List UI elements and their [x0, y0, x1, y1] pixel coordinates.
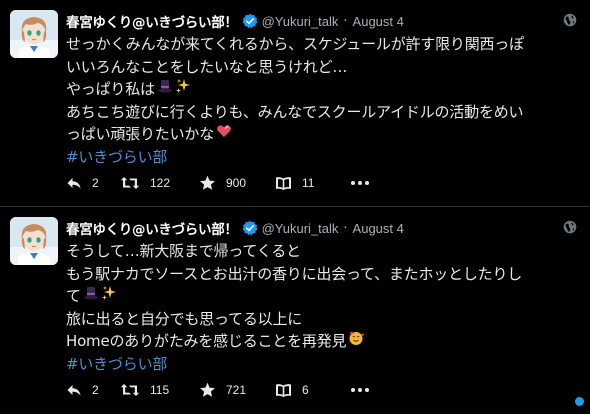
- tweet-line-text: て: [66, 287, 81, 305]
- avatar[interactable]: [10, 217, 58, 265]
- reply-button[interactable]: 2: [66, 379, 120, 401]
- tweet-line: もう駅ナカでソースとお出汁の香りに出会って、またホッとしたりし: [66, 264, 523, 283]
- reply-count: 2: [92, 383, 99, 397]
- tweet-line: て: [66, 285, 581, 308]
- globe-icon: [562, 12, 578, 28]
- retweet-button[interactable]: 115: [120, 379, 199, 401]
- tweet-line: そうして…新大阪まで帰ってくると: [66, 242, 301, 260]
- top-hat-emoji: [157, 78, 173, 101]
- tweet-text: そうして…新大阪まで帰ってくると もう駅ナカでソースとお出汁の香りに出会って、ま…: [66, 240, 581, 375]
- tweet-line-text: っぱい頑張りたいかな: [66, 125, 215, 143]
- reply-icon: [66, 382, 82, 398]
- separator: ·: [343, 13, 348, 29]
- display-name[interactable]: 春宮ゆくり@いきづらい部！: [66, 11, 238, 31]
- book-icon: [275, 382, 292, 398]
- bookmark-button[interactable]: 11: [275, 172, 337, 194]
- tweet-header: 春宮ゆくり@いきづらい部！ @Yukuri_talk · August 4: [66, 218, 404, 239]
- book-icon: [275, 175, 292, 191]
- tweet-line: せっかくみんなが来てくれるから、スケジュールが許す限り関西っぽ: [66, 35, 524, 53]
- separator: ·: [343, 220, 348, 236]
- reply-count: 2: [92, 176, 99, 190]
- hashtag-link[interactable]: #いきづらい部: [66, 353, 581, 376]
- like-button[interactable]: 900: [199, 172, 275, 194]
- tweet-header: 春宮ゆくり@いきづらい部！ @Yukuri_talk · August 4: [66, 11, 404, 32]
- tweet[interactable]: 春宮ゆくり@いきづらい部！ @Yukuri_talk · August 4 せっ…: [0, 0, 590, 207]
- tweet[interactable]: 春宮ゆくり@いきづらい部！ @Yukuri_talk · August 4 そう…: [0, 207, 590, 414]
- display-name[interactable]: 春宮ゆくり@いきづらい部！: [66, 218, 238, 238]
- unread-indicator: [575, 397, 584, 406]
- tweet-line: 旅に出ると自分でも思ってる以上に: [66, 309, 303, 328]
- verified-badge-icon: [242, 220, 258, 236]
- bookmark-button[interactable]: 6: [275, 379, 337, 401]
- reply-button[interactable]: 2: [66, 172, 120, 194]
- heart-emoji: [216, 123, 232, 146]
- bookmark-count: 11: [302, 176, 315, 190]
- tweet-line: いいろんなことをしたいなと思うけれど…: [66, 57, 348, 76]
- avatar[interactable]: [10, 10, 58, 58]
- retweet-icon: [120, 175, 140, 191]
- handle[interactable]: @Yukuri_talk: [262, 14, 339, 29]
- tweet-date[interactable]: August 4: [353, 14, 404, 29]
- bookmark-count: 6: [302, 383, 309, 397]
- top-hat-emoji: [83, 285, 99, 308]
- retweet-icon: [120, 382, 140, 398]
- tweet-actions: 2 115 721 6: [66, 379, 372, 401]
- tweet-date[interactable]: August 4: [353, 221, 404, 236]
- star-icon: [199, 382, 216, 398]
- hashtag-link[interactable]: #いきづらい部: [66, 146, 581, 169]
- tweet-text: せっかくみんなが来てくれるから、スケジュールが許す限り関西っぽ いいろんなことを…: [66, 33, 581, 168]
- reply-icon: [66, 175, 82, 191]
- more-dots-icon[interactable]: [351, 172, 372, 194]
- retweet-count: 115: [150, 383, 170, 397]
- smiling-hearts-emoji: [348, 330, 365, 353]
- tweet-line: Homeのありがたみを感じることを再発見: [66, 330, 581, 353]
- tweet-line: あちこち遊びに行くよりも、みんなでスクールアイドルの活動をめい: [66, 102, 524, 121]
- sparkles-emoji: [101, 285, 117, 308]
- star-icon: [199, 175, 216, 191]
- like-count: 721: [226, 383, 247, 397]
- globe-icon: [562, 219, 578, 235]
- sparkles-emoji: [175, 78, 191, 101]
- tweet-actions: 2 122 900 11: [66, 172, 372, 194]
- like-count: 900: [226, 176, 247, 190]
- tweet-line-text: Homeのありがたみを感じることを再発見: [66, 332, 347, 350]
- more-dots-icon[interactable]: [351, 379, 372, 401]
- retweet-button[interactable]: 122: [120, 172, 199, 194]
- tweet-line-text: やっぱり私は: [66, 80, 155, 98]
- tweet-line: やっぱり私は: [66, 78, 581, 101]
- tweet-line: っぱい頑張りたいかな: [66, 123, 581, 146]
- retweet-count: 122: [150, 176, 171, 190]
- like-button[interactable]: 721: [199, 379, 275, 401]
- handle[interactable]: @Yukuri_talk: [262, 221, 339, 236]
- verified-badge-icon: [242, 13, 258, 29]
